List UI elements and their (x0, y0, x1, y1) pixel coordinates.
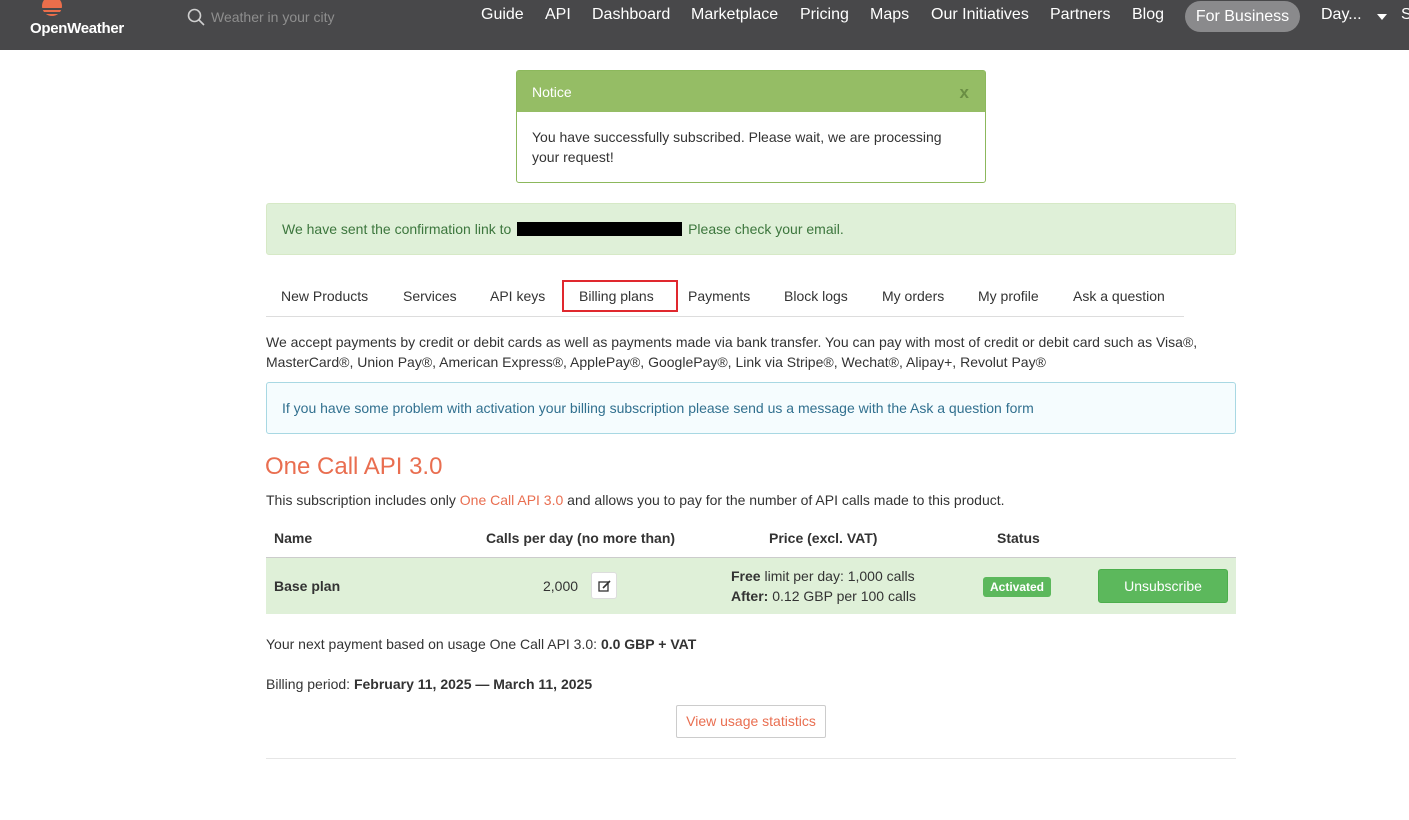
tab-my-profile[interactable]: My profile (978, 288, 1039, 304)
tab-ask-a-question[interactable]: Ask a question (1073, 288, 1165, 304)
info-alert: If you have some problem with activation… (266, 382, 1236, 434)
tab-my-orders[interactable]: My orders (882, 288, 944, 304)
price-after-label: After: (731, 588, 769, 604)
nav-dashboard[interactable]: Dashboard (592, 6, 670, 24)
subtitle-after: and allows you to pay for the number of … (567, 492, 1005, 508)
notice-body: You have successfully subscribed. Please… (532, 129, 942, 165)
nav-pricing[interactable]: Pricing (800, 6, 849, 24)
plan-name: Base plan (274, 578, 341, 594)
price-free-label: Free (731, 568, 761, 584)
price-line-1: Free limit per day: 1,000 calls (731, 568, 915, 584)
billing-period-value: February 11, 2025 — March 11, 2025 (353, 676, 593, 692)
status-badge: Activated (983, 577, 1051, 597)
price-line-2: After: 0.12 GBP per 100 calls (731, 588, 916, 604)
nav-maps[interactable]: Maps (870, 6, 909, 24)
main-nav: Guide API Dashboard Marketplace Pricing … (0, 0, 1409, 33)
for-business-button[interactable]: For Business (1185, 1, 1300, 32)
calls-per-day: 2,000 (543, 578, 579, 594)
account-tabs: New Products Services API keys Billing p… (266, 278, 1184, 317)
next-payment-value: 0.0 GBP + VAT (600, 636, 697, 652)
nav-partners[interactable]: Partners (1050, 6, 1110, 24)
nav-our-initiatives[interactable]: Our Initiatives (931, 6, 1029, 24)
nav-cut-item[interactable]: S (1401, 6, 1409, 24)
unsubscribe-button[interactable]: Unsubscribe (1098, 569, 1228, 603)
tab-block-logs[interactable]: Block logs (784, 288, 848, 304)
top-navbar: OpenWeather Guide API Dashboard Marketpl… (0, 0, 1409, 50)
notice-header: Notice x (517, 71, 985, 112)
redacted-email (517, 222, 683, 236)
billing-period-label: Billing period: (266, 676, 351, 692)
active-tab-highlight (562, 280, 678, 312)
nav-api[interactable]: API (545, 6, 571, 24)
confirmation-text-before: We have sent the confirmation link to (282, 221, 512, 237)
subtitle-before: This subscription includes only (266, 492, 456, 508)
notice-dialog: Notice x You have successfully subscribe… (516, 70, 986, 183)
section-title: One Call API 3.0 (265, 453, 443, 480)
tab-services[interactable]: Services (403, 288, 457, 304)
table-row (266, 557, 1236, 614)
col-name-header: Name (274, 530, 313, 546)
tab-payments[interactable]: Payments (688, 288, 750, 304)
tab-api-keys[interactable]: API keys (490, 288, 545, 304)
next-payment: Your next payment based on usage One Cal… (266, 636, 696, 652)
confirmation-text-after: Please check your email. (688, 221, 844, 237)
view-usage-statistics-button[interactable]: View usage statistics (676, 705, 826, 738)
col-calls-header: Calls per day (no more than) (486, 530, 676, 546)
billing-period: Billing period: February 11, 2025 — Marc… (266, 676, 592, 692)
divider (266, 758, 1236, 759)
one-call-api-link[interactable]: One Call API 3.0 (460, 492, 564, 508)
nav-marketplace[interactable]: Marketplace (691, 6, 778, 24)
notice-title: Notice (532, 84, 572, 100)
col-status-header: Status (997, 530, 1040, 546)
edit-icon (598, 580, 611, 592)
edit-calls-button[interactable] (591, 572, 617, 599)
chevron-down-icon[interactable] (1377, 14, 1387, 20)
next-payment-label: Your next payment based on usage One Cal… (266, 636, 598, 652)
nav-guide[interactable]: Guide (481, 6, 524, 24)
confirmation-alert: We have sent the confirmation link to Pl… (266, 203, 1236, 255)
price-after-text: 0.12 GBP per 100 calls (772, 588, 916, 604)
price-free-text: limit per day: 1,000 calls (764, 568, 915, 584)
close-icon[interactable]: x (960, 83, 969, 103)
nav-blog[interactable]: Blog (1132, 6, 1164, 24)
payment-methods-text: We accept payments by credit or debit ca… (266, 334, 1198, 370)
tab-new-products[interactable]: New Products (281, 288, 368, 304)
col-price-header: Price (excl. VAT) (769, 530, 878, 546)
user-menu[interactable]: Day... (1321, 6, 1362, 24)
section-subtitle: This subscription includes only One Call… (266, 492, 1005, 508)
